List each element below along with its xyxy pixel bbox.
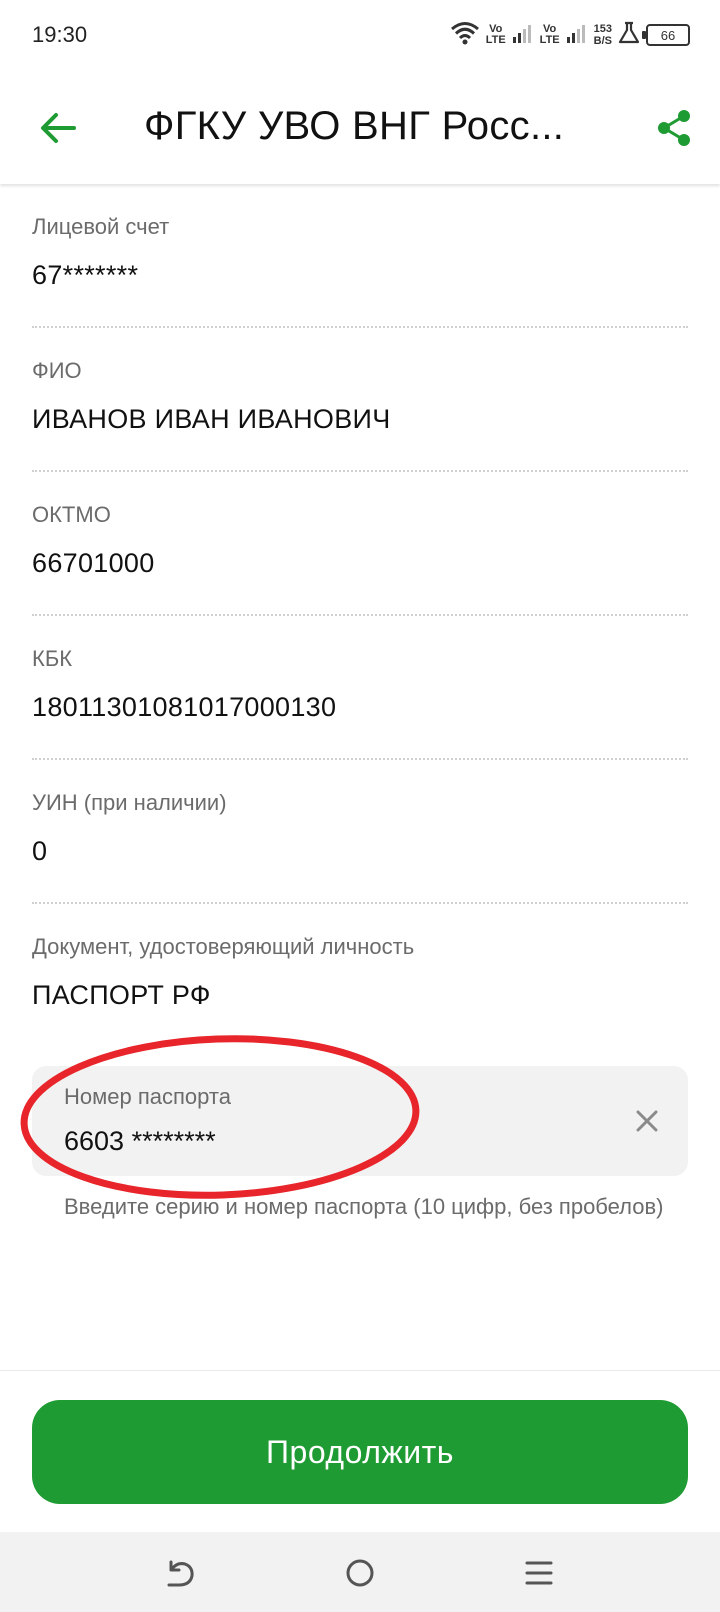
app-header: ФГКУ УВО ВНГ Росс... — [0, 72, 720, 184]
field-label: КБК — [32, 646, 73, 671]
field-label: ФИО — [32, 358, 82, 383]
field-account: Лицевой счет 67******* — [32, 184, 688, 328]
field-oktmo: ОКТМО 66701000 — [32, 472, 688, 616]
field-uin: УИН (при наличии) 0 — [32, 760, 688, 904]
continue-button[interactable]: Продолжить — [32, 1400, 688, 1504]
field-value: 66701000 — [32, 548, 155, 578]
status-icons: Vo LTE Vo LTE 153 B/S 66 — [450, 18, 690, 52]
volte-label-2: Vo LTE — [539, 23, 560, 46]
nav-recents-button[interactable] — [516, 1550, 562, 1596]
network-speed: 153 B/S — [594, 23, 612, 47]
nav-back-icon — [167, 1560, 194, 1587]
nav-back-button[interactable] — [158, 1550, 204, 1596]
field-label: Лицевой счет — [32, 214, 170, 239]
field-value: 18011301081017000130 — [32, 692, 337, 722]
clear-input-button[interactable] — [626, 1100, 668, 1142]
field-value: ПАСПОРТ РФ — [32, 980, 211, 1010]
field-label: УИН (при наличии) — [32, 790, 227, 815]
payment-details: Лицевой счет 67******* ФИО ИВАНОВ ИВАН И… — [32, 184, 688, 1048]
field-identity-document[interactable]: Документ, удостоверяющий личность ПАСПОР… — [32, 904, 688, 1048]
field-value: 67******* — [32, 260, 139, 290]
passport-number-value[interactable]: 6603 ******** — [64, 1126, 216, 1157]
back-button[interactable] — [30, 100, 86, 156]
passport-helper-text: Введите серию и номер паспорта (10 цифр,… — [64, 1194, 664, 1219]
speed-value: 153 — [593, 23, 612, 35]
menu-lines-icon — [525, 1561, 553, 1585]
signal-icon-1 — [512, 22, 534, 49]
status-bar: 19:30 Vo LTE Vo LTE 153 B/S 66 — [0, 0, 720, 72]
battery-indicator: 66 — [642, 24, 690, 46]
wifi-icon — [450, 20, 480, 51]
system-navigation-bar — [0, 1532, 720, 1612]
share-icon — [658, 110, 690, 146]
field-kbk: КБК 18011301081017000130 — [32, 616, 688, 760]
passport-number-input[interactable]: Номер паспорта 6603 ******** — [32, 1066, 688, 1176]
nav-home-button[interactable] — [337, 1550, 383, 1596]
field-label: Документ, удостоверяющий личность — [32, 934, 415, 959]
page-title: ФГКУ УВО ВНГ Росс... — [144, 104, 565, 148]
passport-number-label: Номер паспорта — [64, 1084, 231, 1109]
back-arrow-icon — [41, 113, 76, 143]
close-icon — [636, 1110, 658, 1132]
lab-flask-icon — [618, 21, 640, 50]
share-button[interactable] — [646, 100, 702, 156]
volte-label-1: Vo LTE — [485, 23, 506, 46]
signal-icon-2 — [566, 22, 588, 49]
speed-unit: B/S — [593, 35, 612, 47]
field-value: 0 — [32, 836, 48, 866]
bottom-divider — [0, 1370, 720, 1371]
field-label: ОКТМО — [32, 502, 111, 527]
field-full-name: ФИО ИВАНОВ ИВАН ИВАНОВИЧ — [32, 328, 688, 472]
field-value: ИВАНОВ ИВАН ИВАНОВИЧ — [32, 404, 391, 434]
status-time: 19:30 — [32, 22, 88, 47]
home-circle-icon — [346, 1559, 374, 1587]
